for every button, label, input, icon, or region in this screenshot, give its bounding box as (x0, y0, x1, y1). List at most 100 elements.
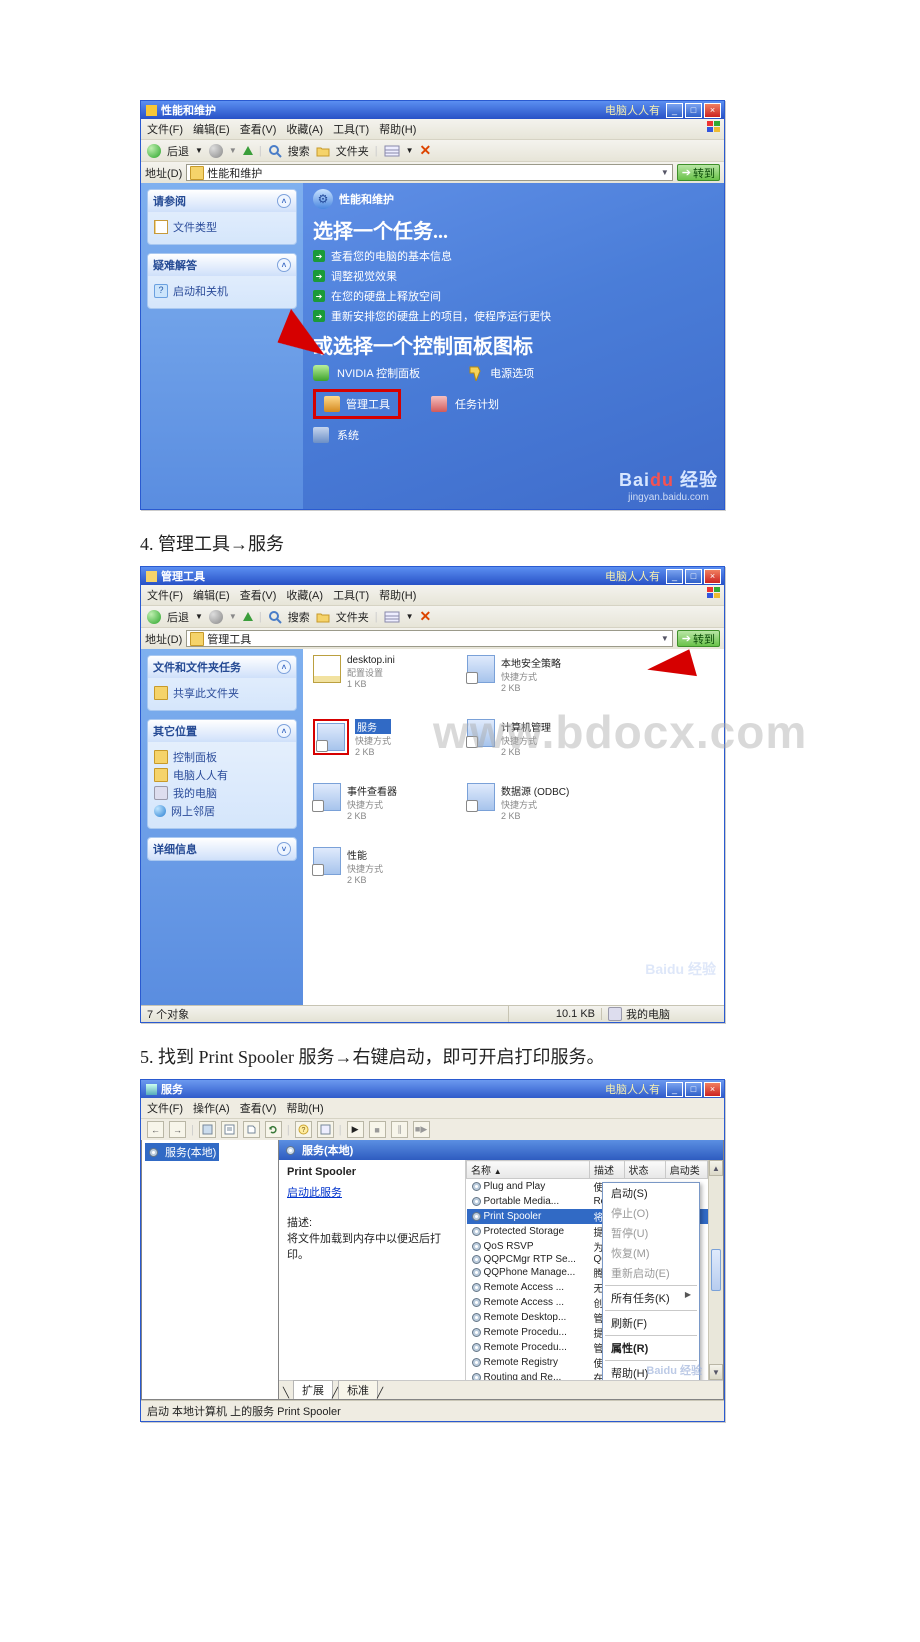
close-button[interactable]: × (704, 103, 721, 118)
folders-button[interactable]: 文件夹 (336, 143, 369, 159)
link-network-places[interactable]: 网上邻居 (171, 803, 215, 819)
collapse-icon[interactable]: ˄ (277, 724, 291, 738)
menu-help[interactable]: 帮助(H) (379, 121, 416, 137)
search-button[interactable]: 搜索 (288, 609, 310, 625)
vertical-scrollbar[interactable]: ▲ ▼ (708, 1160, 723, 1380)
titlebar[interactable]: 管理工具 电脑人人有 _ □ × (141, 567, 724, 585)
minimize-button[interactable]: _ (666, 569, 683, 584)
forward-icon[interactable] (209, 610, 223, 624)
menu-help[interactable]: 帮助(H) (379, 587, 416, 603)
task-visual-effects[interactable]: 调整视觉效果 (331, 268, 397, 284)
link-scheduled-tasks[interactable]: 任务计划 (455, 396, 499, 412)
maximize-button[interactable]: □ (685, 569, 702, 584)
close-button[interactable]: × (704, 1082, 721, 1097)
file-item[interactable]: 计算机管理快捷方式2 KB (467, 719, 587, 757)
col-name[interactable]: 名称 ▲ (467, 1161, 590, 1179)
address-input[interactable]: 性能和维护 ▼ (186, 164, 673, 181)
pause-service-icon[interactable]: ∥ (391, 1121, 408, 1138)
col-status[interactable]: 状态 (624, 1161, 665, 1179)
context-menu-item[interactable]: 刷新(F) (603, 1313, 699, 1333)
context-menu[interactable]: 启动(S)停止(O)暂停(U)恢复(M)重新启动(E)所有任务(K)▶刷新(F)… (602, 1182, 700, 1380)
menu-help[interactable]: 帮助(H) (286, 1100, 323, 1116)
collapse-icon[interactable]: ˄ (277, 258, 291, 272)
menu-file[interactable]: 文件(F) (147, 587, 183, 603)
file-item[interactable]: 本地安全策略快捷方式2 KB (467, 655, 587, 693)
views-dropdown-icon[interactable]: ▼ (406, 612, 414, 621)
scroll-up-icon[interactable]: ▲ (709, 1160, 723, 1176)
nav-back-icon[interactable]: ← (147, 1121, 164, 1138)
service-list[interactable]: 名称 ▲ 描述 状态 启动类 Plug and Play使...已启动自动Por… (466, 1160, 723, 1380)
folders-icon[interactable] (316, 611, 330, 623)
tool-icon-2[interactable] (317, 1121, 334, 1138)
task-free-space[interactable]: 在您的硬盘上释放空间 (331, 288, 441, 304)
tool-icon[interactable] (199, 1121, 216, 1138)
refresh-icon[interactable] (265, 1121, 282, 1138)
menu-view[interactable]: 查看(V) (240, 121, 277, 137)
tree-node-services-local[interactable]: 服务(本地) (145, 1143, 219, 1161)
back-button[interactable]: 后退 (167, 143, 189, 159)
search-icon[interactable] (268, 610, 282, 624)
export-icon[interactable] (243, 1121, 260, 1138)
link-admin-tools[interactable]: 管理工具 (346, 396, 390, 412)
forward-icon[interactable] (209, 144, 223, 158)
file-item[interactable]: 性能快捷方式2 KB (313, 847, 433, 885)
expand-icon[interactable]: ˅ (277, 842, 291, 856)
folders-icon[interactable] (316, 145, 330, 157)
tree-pane[interactable]: 服务(本地) (141, 1140, 279, 1400)
tab-extended[interactable]: 扩展 (293, 1380, 333, 1399)
delete-icon[interactable]: ✕ (419, 608, 431, 625)
context-menu-item[interactable]: 启动(S) (603, 1183, 699, 1203)
menu-action[interactable]: 操作(A) (193, 1100, 230, 1116)
start-service-icon[interactable]: ▶ (347, 1121, 364, 1138)
restart-service-icon[interactable]: ■▶ (413, 1121, 430, 1138)
menu-file[interactable]: 文件(F) (147, 1100, 183, 1116)
forward-dropdown-icon[interactable]: ▼ (229, 146, 237, 155)
menu-view[interactable]: 查看(V) (240, 1100, 277, 1116)
link-system[interactable]: 系统 (337, 427, 359, 443)
stop-service-icon[interactable]: ■ (369, 1121, 386, 1138)
file-item[interactable]: 事件查看器快捷方式2 KB (313, 783, 433, 821)
back-icon[interactable] (147, 610, 161, 624)
go-button[interactable]: ➔ 转到 (677, 164, 720, 181)
address-dropdown-icon[interactable]: ▼ (661, 634, 669, 643)
properties-icon[interactable] (221, 1121, 238, 1138)
go-button[interactable]: ➔ 转到 (677, 630, 720, 647)
task-basic-info[interactable]: 查看您的电脑的基本信息 (331, 248, 452, 264)
menu-fav[interactable]: 收藏(A) (286, 121, 323, 137)
link-share-folder[interactable]: 共享此文件夹 (173, 685, 239, 701)
tab-standard[interactable]: 标准 (338, 1380, 378, 1399)
close-button[interactable]: × (704, 569, 721, 584)
delete-icon[interactable]: ✕ (419, 142, 431, 159)
up-icon[interactable] (243, 146, 253, 155)
menu-file[interactable]: 文件(F) (147, 121, 183, 137)
link-brand-folder[interactable]: 电脑人人有 (173, 767, 228, 783)
menu-tools[interactable]: 工具(T) (333, 121, 369, 137)
maximize-button[interactable]: □ (685, 1082, 702, 1097)
context-menu-item[interactable]: 属性(R) (603, 1338, 699, 1358)
menu-edit[interactable]: 编辑(E) (193, 121, 230, 137)
minimize-button[interactable]: _ (666, 103, 683, 118)
back-dropdown-icon[interactable]: ▼ (195, 146, 203, 155)
views-icon[interactable] (384, 145, 400, 157)
search-button[interactable]: 搜索 (288, 143, 310, 159)
link-startup-shutdown[interactable]: 启动和关机 (173, 283, 228, 299)
address-dropdown-icon[interactable]: ▼ (661, 168, 669, 177)
menu-fav[interactable]: 收藏(A) (286, 587, 323, 603)
back-dropdown-icon[interactable]: ▼ (195, 612, 203, 621)
context-menu-item[interactable]: 所有任务(K)▶ (603, 1288, 699, 1308)
menu-view[interactable]: 查看(V) (240, 587, 277, 603)
scroll-thumb[interactable] (711, 1249, 721, 1291)
link-start-service[interactable]: 启动此服务 (287, 1187, 342, 1199)
back-button[interactable]: 后退 (167, 609, 189, 625)
menu-edit[interactable]: 编辑(E) (193, 587, 230, 603)
file-item[interactable]: desktop.ini配置设置1 KB (313, 655, 433, 693)
scroll-down-icon[interactable]: ▼ (709, 1364, 723, 1380)
link-nvidia[interactable]: NVIDIA 控制面板 (337, 365, 420, 381)
task-defrag[interactable]: 重新安排您的硬盘上的项目，使程序运行更快 (331, 308, 551, 324)
up-icon[interactable] (243, 612, 253, 621)
views-icon[interactable] (384, 611, 400, 623)
help-icon[interactable]: ? (295, 1121, 312, 1138)
link-file-types[interactable]: 文件类型 (173, 219, 217, 235)
link-my-computer[interactable]: 我的电脑 (173, 785, 217, 801)
address-input[interactable]: 管理工具 ▼ (186, 630, 673, 647)
